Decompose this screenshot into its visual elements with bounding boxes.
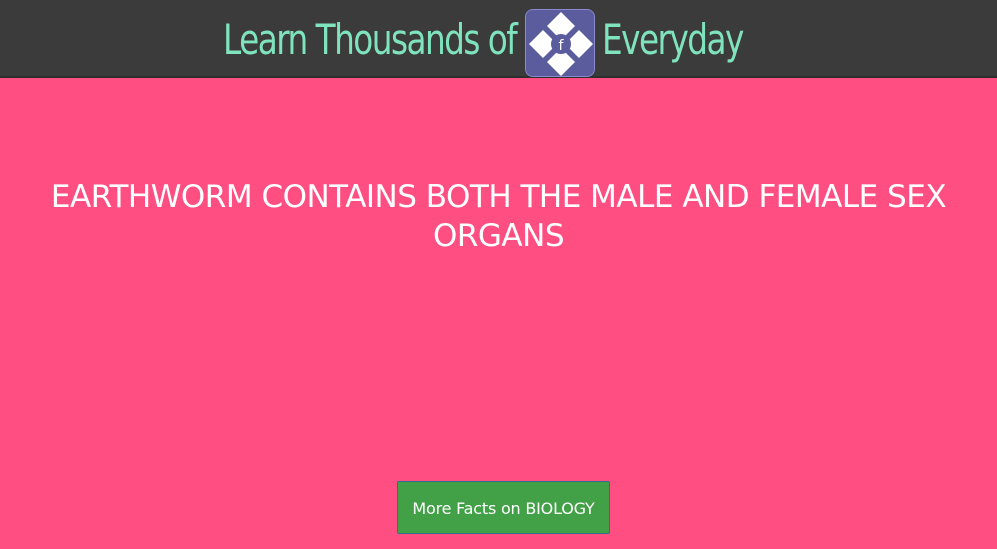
app-logo-icon: f — [525, 9, 595, 77]
headline-before-logo: Learn Thousands of — [223, 15, 518, 64]
fact-text: EARTHWORM CONTAINS BOTH THE MALE AND FEM… — [0, 178, 997, 256]
headline-after-logo: Everyday — [602, 15, 744, 64]
logo-graphic: f — [526, 10, 594, 76]
top-bar: Learn Thousands of f Everyday — [0, 0, 997, 78]
more-facts-button[interactable]: More Facts on BIOLOGY — [397, 481, 610, 534]
fact-text-content: EARTHWORM CONTAINS BOTH THE MALE AND FEM… — [50, 179, 947, 254]
